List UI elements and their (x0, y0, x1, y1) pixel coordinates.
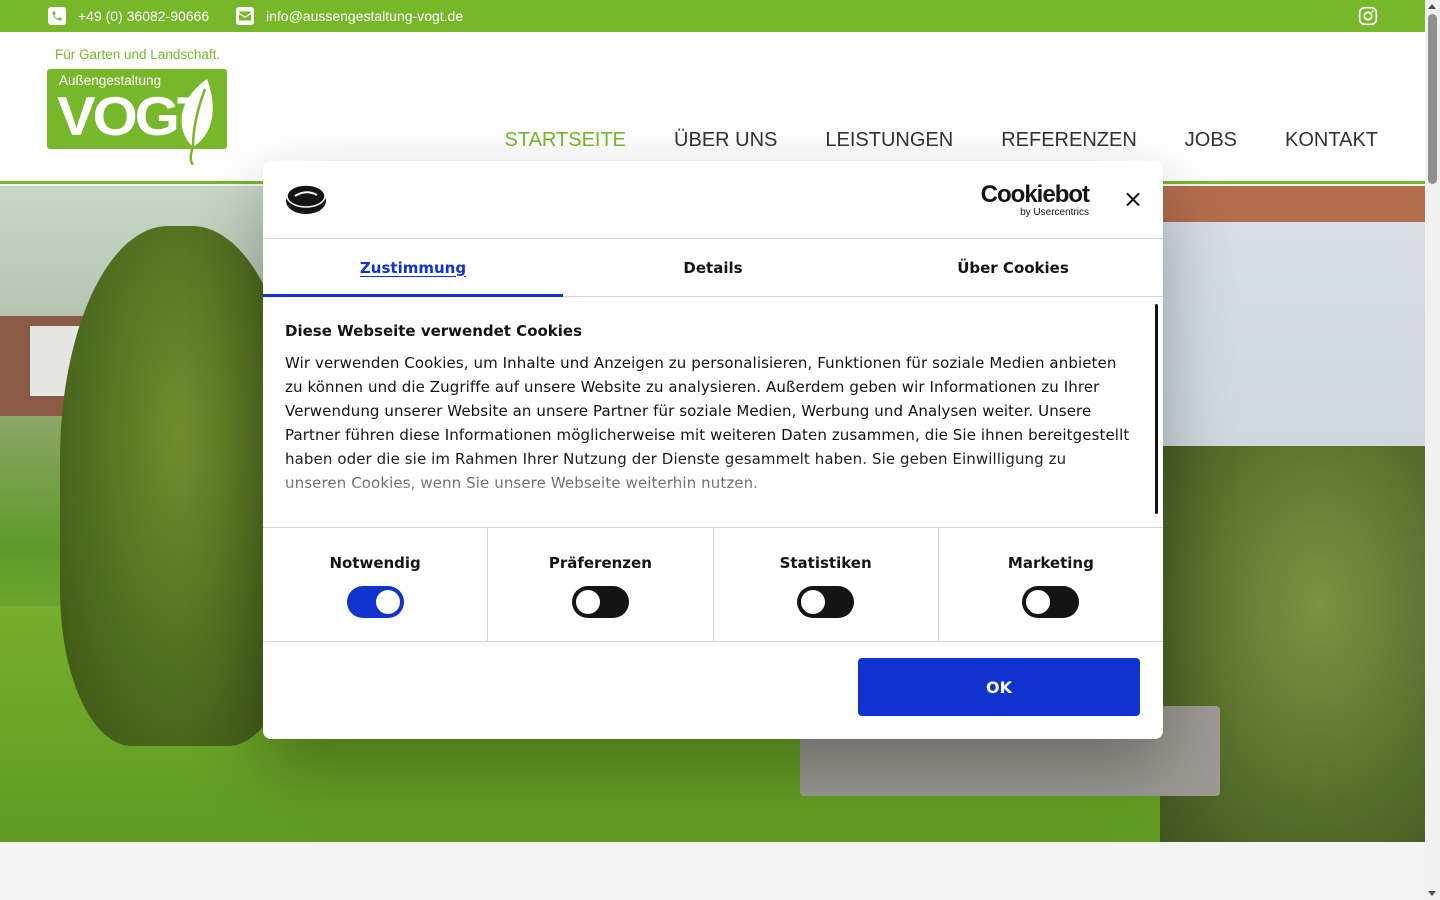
toggle-group-praeferenzen: Präferenzen (488, 528, 714, 641)
email-address: info@aussengestaltung-vogt.de (266, 8, 464, 24)
nav-item-startseite[interactable]: STARTSEITE (505, 129, 627, 152)
tab-details[interactable]: Details (563, 239, 863, 296)
toggle-statistiken[interactable] (797, 586, 855, 618)
toggle-label-statistiken: Statistiken (779, 554, 872, 572)
text-fade-overlay (263, 457, 1143, 527)
tab-zustimmung[interactable]: Zustimmung (263, 239, 563, 297)
brand-name: Cookiebot (980, 181, 1090, 208)
nav-item-kontakt[interactable]: KONTAKT (1285, 129, 1378, 152)
leaf-icon (181, 79, 213, 165)
nav-item-jobs[interactable]: JOBS (1185, 129, 1237, 152)
dialog-heading: Diese Webseite verwendet Cookies (285, 322, 583, 340)
toggle-notwendig[interactable] (346, 586, 404, 618)
ok-button[interactable]: OK (858, 658, 1140, 716)
phone-number: +49 (0) 36082-90666 (78, 8, 210, 24)
toggle-marketing[interactable] (1022, 586, 1080, 618)
dialog-scrollbar[interactable] (1155, 304, 1158, 514)
toggle-group-marketing: Marketing (939, 528, 1163, 641)
top-contact-bar: +49 (0) 36082-90666 info@aussengestaltun… (0, 0, 1425, 32)
page-scrollbar[interactable] (1425, 0, 1440, 900)
toggle-group-notwendig: Notwendig (263, 528, 489, 641)
close-icon[interactable]: × (1123, 187, 1143, 211)
nav-item-leistungen[interactable]: LEISTUNGEN (825, 129, 953, 152)
dialog-body[interactable]: Diese Webseite verwendet Cookies Wir ver… (263, 298, 1163, 528)
instagram-icon[interactable] (1358, 6, 1378, 26)
envelope-icon (236, 7, 254, 25)
toggle-label-praeferenzen: Präferenzen (548, 554, 652, 572)
scrollbar-thumb[interactable] (1428, 14, 1437, 184)
scroll-down-arrow-icon[interactable] (1428, 891, 1436, 896)
main-navigation: STARTSEITE ÜBER UNS LEISTUNGEN REFERENZE… (505, 129, 1378, 152)
toggle-group-statistiken: Statistiken (714, 528, 939, 641)
phone-icon (48, 7, 66, 25)
cookiebot-brand: Cookiebot by Usercentrics (980, 181, 1090, 219)
cookiebot-cookie-icon (286, 184, 326, 214)
cookie-consent-dialog: Cookiebot by Usercentrics × Zustimmung D… (263, 161, 1163, 739)
toggle-label-marketing: Marketing (1007, 554, 1094, 572)
phone-contact[interactable]: +49 (0) 36082-90666 (48, 0, 209, 32)
toggle-label-notwendig: Notwendig (329, 554, 421, 572)
dialog-header: Cookiebot by Usercentrics × (263, 161, 1163, 239)
brand-sub: by Usercentrics (1020, 207, 1089, 218)
nav-item-ueber-uns[interactable]: ÜBER UNS (674, 129, 777, 152)
site-logo[interactable]: Außengestaltung VOGT (47, 69, 227, 165)
email-contact[interactable]: info@aussengestaltung-vogt.de (236, 0, 463, 32)
consent-toggles: Notwendig Präferenzen Statistiken Market… (263, 528, 1163, 642)
toggle-praeferenzen[interactable] (571, 586, 629, 618)
nav-item-referenzen[interactable]: REFERENZEN (1001, 129, 1137, 152)
tab-ueber-cookies[interactable]: Über Cookies (863, 239, 1163, 296)
hero-house (1160, 186, 1425, 486)
dialog-tabs: Zustimmung Details Über Cookies (263, 239, 1163, 297)
tagline: Für Garten und Landschaft. (55, 47, 221, 62)
scroll-up-arrow-icon[interactable] (1428, 4, 1436, 9)
